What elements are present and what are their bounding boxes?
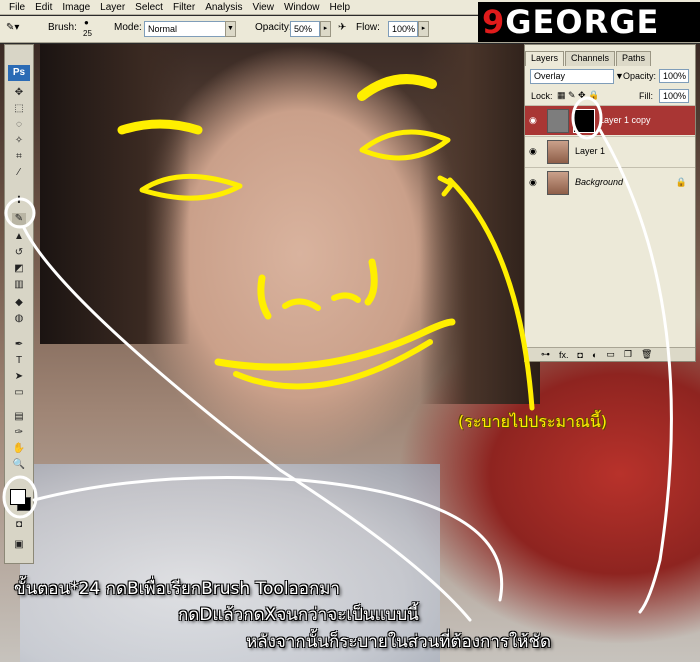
caption-line-2: กดDแล้วกดXจนกว่าจะเป็นแบบนี้ xyxy=(178,605,419,625)
blend-mode-select[interactable]: Overlay xyxy=(530,69,614,84)
layer-row[interactable]: ◉ Layer 1 copy xyxy=(525,105,695,135)
eyedropper-icon[interactable]: ✑ xyxy=(12,427,26,439)
flow-slider-icon[interactable]: ▸ xyxy=(418,21,429,37)
menu-file[interactable]: File xyxy=(4,0,30,15)
group-icon[interactable]: ▭ xyxy=(606,349,615,360)
opacity-label: Opacity: xyxy=(255,22,292,33)
eraser-tool-icon[interactable]: ◩ xyxy=(12,263,26,275)
opacity-label: Opacity: xyxy=(623,71,657,81)
quick-mask-icon[interactable]: ◘ xyxy=(12,519,26,531)
tab-channels[interactable]: Channels xyxy=(565,51,616,66)
caption-line-3: หลังจากนั้นก็ระบายในส่วนที่ต้องการให้ชัด xyxy=(246,632,552,652)
lock-label: Lock: xyxy=(531,91,553,101)
hair-shape xyxy=(40,44,190,344)
eye-icon[interactable]: ◉ xyxy=(529,146,537,157)
dodge-tool-icon[interactable]: ◍ xyxy=(12,313,26,325)
menu-edit[interactable]: Edit xyxy=(30,0,57,15)
new-layer-icon[interactable]: ❐ xyxy=(624,349,632,360)
layer-thumbnail xyxy=(547,171,569,195)
logo-accent: 9 xyxy=(482,3,506,41)
lock-options-icon[interactable]: ▦ ✎ ✥ 🔒 xyxy=(557,90,599,101)
move-tool-icon[interactable]: ✥ xyxy=(12,87,26,99)
path-select-icon[interactable]: ➤ xyxy=(12,371,26,383)
brush-tool-icon[interactable]: ✎▾ xyxy=(6,22,19,33)
mode-label: Mode: xyxy=(114,22,142,33)
menu-select[interactable]: Select xyxy=(130,0,168,15)
marquee-tool-icon[interactable]: ⬚ xyxy=(12,103,26,115)
menu-window[interactable]: Window xyxy=(279,0,325,15)
magic-wand-icon[interactable]: ✧ xyxy=(12,135,26,147)
flow-label: Flow: xyxy=(356,22,380,33)
logo-text: GEORGE xyxy=(505,3,660,41)
fill-input[interactable]: 100% xyxy=(659,89,689,103)
layer-name: Layer 1 xyxy=(575,146,606,156)
menu-view[interactable]: View xyxy=(247,0,279,15)
history-brush-icon[interactable]: ↺ xyxy=(12,247,26,259)
fx-button[interactable]: fx. xyxy=(559,350,569,360)
shape-tool-icon[interactable]: ▭ xyxy=(12,387,26,399)
george-logo: 9 GEORGE xyxy=(478,2,700,42)
notes-tool-icon[interactable]: ▤ xyxy=(12,411,26,423)
lock-icon: 🔒 xyxy=(675,177,687,187)
brush-size[interactable]: 25 xyxy=(83,29,92,38)
hair-shape xyxy=(420,44,540,404)
toolbox: Ps ✥ ⬚ ◌ ✧ ⌗ ⁄ ✚ ✎ ▲ ↺ ◩ ▥ ◆ ◍ ✒ T ➤ ▭ ▤… xyxy=(4,44,34,564)
flow-input[interactable]: 100% xyxy=(388,21,418,37)
healing-brush-icon[interactable]: ✚ xyxy=(12,195,26,207)
menu-image[interactable]: Image xyxy=(57,0,95,15)
layers-panel: Layers Channels Paths Overlay ▼ Opacity:… xyxy=(524,44,696,362)
hand-tool-icon[interactable]: ✋ xyxy=(12,443,26,455)
pen-tool-icon[interactable]: ✒ xyxy=(12,339,26,351)
menu-filter[interactable]: Filter xyxy=(168,0,200,15)
link-icon[interactable]: ⊶ xyxy=(541,349,550,360)
type-tool-icon[interactable]: T xyxy=(12,355,26,367)
blur-tool-icon[interactable]: ◆ xyxy=(12,297,26,309)
screen-mode-icon[interactable]: ▣ xyxy=(12,539,26,551)
add-mask-icon[interactable]: ◘ xyxy=(578,350,583,360)
airbrush-icon[interactable]: ✈ xyxy=(338,22,346,33)
clone-stamp-icon[interactable]: ▲ xyxy=(12,231,26,243)
layers-footer: ⊶ fx. ◘ ◐ ▭ ❐ 🗑 xyxy=(525,347,695,361)
brush-tool-icon[interactable]: ✎ xyxy=(12,213,26,225)
layer-opacity-input[interactable]: 100% xyxy=(659,69,689,83)
zoom-tool-icon[interactable]: 🔍 xyxy=(12,459,26,471)
layer-name: Background xyxy=(575,177,624,187)
layer-thumbnail xyxy=(547,140,569,164)
eye-icon[interactable]: ◉ xyxy=(529,177,537,188)
slice-tool-icon[interactable]: ⁄ xyxy=(12,167,26,179)
foreground-color-swatch[interactable] xyxy=(10,489,26,505)
mode-select[interactable]: Normal xyxy=(144,21,236,37)
tab-layers[interactable]: Layers xyxy=(525,51,565,66)
menu-layer[interactable]: Layer xyxy=(95,0,130,15)
layer-mask-thumbnail[interactable] xyxy=(573,109,595,133)
lasso-tool-icon[interactable]: ◌ xyxy=(12,119,26,131)
ps-badge: Ps xyxy=(8,65,30,81)
opacity-slider-icon[interactable]: ▸ xyxy=(320,21,331,37)
layer-thumbnail xyxy=(547,109,569,133)
fill-label: Fill: xyxy=(639,91,653,101)
opacity-input[interactable]: 50% xyxy=(290,21,320,37)
crop-tool-icon[interactable]: ⌗ xyxy=(12,151,26,163)
gradient-tool-icon[interactable]: ▥ xyxy=(12,279,26,291)
caption-line-1: ขั้นตอน*24 กดBเพื่อเรียกBrush Toolออกมา xyxy=(14,579,341,599)
menu-analysis[interactable]: Analysis xyxy=(200,0,247,15)
layer-row[interactable]: ◉ Background 🔒 xyxy=(525,167,695,197)
brush-label: Brush: xyxy=(48,22,77,33)
adjustment-icon[interactable]: ◐ xyxy=(592,350,597,360)
trash-icon[interactable]: 🗑 xyxy=(641,349,652,360)
layer-name: Layer 1 copy xyxy=(599,115,651,125)
yellow-annotation: (ระบายไปประมาณนี้) xyxy=(458,412,608,431)
brush-preset-dot-icon[interactable]: ● xyxy=(84,18,89,27)
menu-help[interactable]: Help xyxy=(325,0,356,15)
eye-icon[interactable]: ◉ xyxy=(529,115,537,126)
layer-row[interactable]: ◉ Layer 1 xyxy=(525,136,695,166)
chevron-down-icon[interactable]: ▼ xyxy=(225,21,236,37)
panel-tabs: Layers Channels Paths xyxy=(525,51,652,67)
tab-paths[interactable]: Paths xyxy=(616,51,652,66)
